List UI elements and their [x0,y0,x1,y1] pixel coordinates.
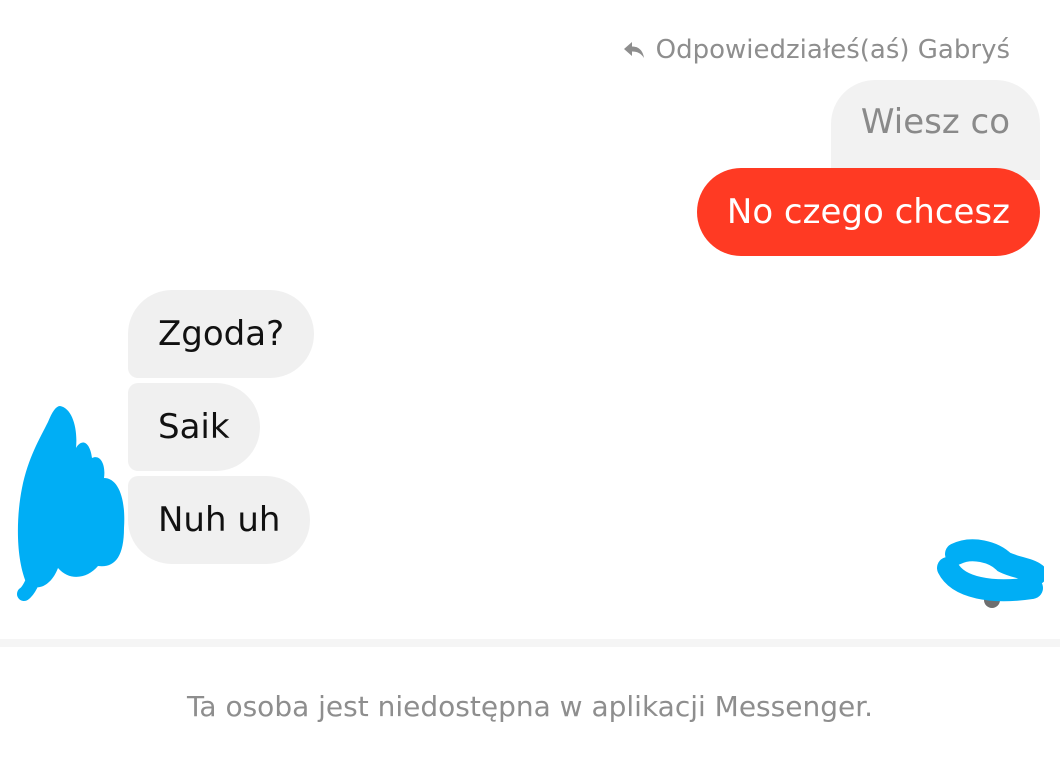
received-message-bubble[interactable]: Zgoda? [128,290,315,378]
received-message-bubble[interactable]: Nuh uh [128,476,311,564]
received-message-text: Zgoda? [158,314,285,354]
quoted-message-text: Wiesz co [860,102,1010,142]
sent-message-text: No czego chcesz [726,192,1010,232]
footer-divider [0,639,1060,647]
received-message-text: Saik [158,407,230,447]
reply-context: Odpowiedziałeś(aś) Gabryś [622,30,1010,70]
sent-message-bubble[interactable]: No czego chcesz [696,168,1040,256]
reply-context-text: Odpowiedziałeś(aś) Gabryś [655,35,1010,65]
read-receipt-redaction-scribble [937,539,1044,608]
received-message-bubble[interactable]: Saik [128,383,260,471]
unavailable-status-text: Ta osoba jest niedostępna w aplikacji Me… [186,690,874,723]
avatar-redaction-scribble [17,406,125,601]
quoted-message-bubble[interactable]: Wiesz co [830,80,1040,180]
received-message-text: Nuh uh [158,500,281,540]
reply-arrow-icon [622,40,646,60]
